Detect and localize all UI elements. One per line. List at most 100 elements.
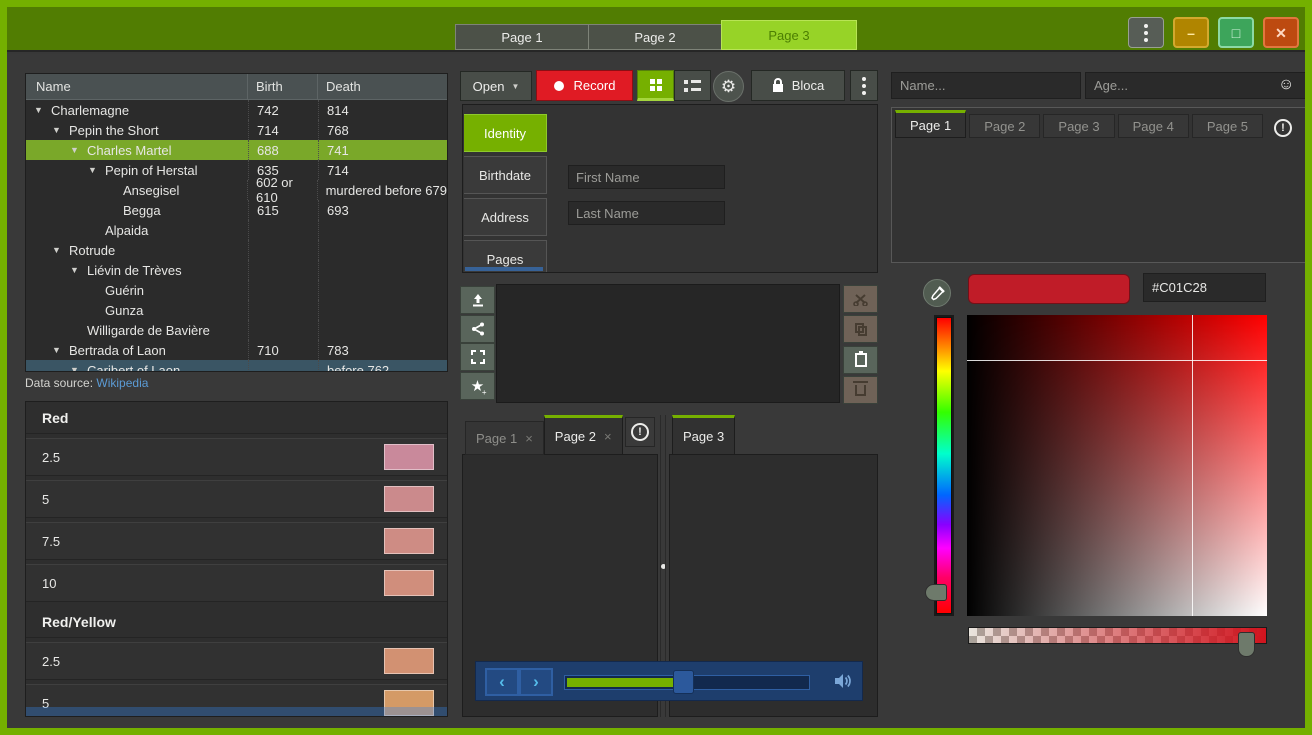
minimize-button[interactable]: – (1173, 17, 1209, 48)
alpha-slider-handle[interactable] (1238, 632, 1255, 657)
tree-cell-death (318, 280, 447, 300)
tree-cell-death: murdered before 679 (317, 180, 447, 200)
form-tab-address[interactable]: Address (464, 198, 547, 236)
lock-button[interactable]: Bloca (751, 70, 845, 101)
tree-row[interactable]: ▼Liévin de Trèves (26, 260, 447, 280)
form-tab-identity[interactable]: Identity (464, 114, 547, 152)
tab-close-icon[interactable]: × (604, 429, 612, 444)
tree-row[interactable]: Begga615693 (26, 200, 447, 220)
seek-slider-handle[interactable] (673, 670, 694, 694)
expander-arrow-icon[interactable]: ▼ (52, 245, 65, 255)
tree-row[interactable]: ▼Charlemagne742814 (26, 100, 447, 120)
eyedropper-icon (930, 286, 945, 301)
chevron-right-icon: › (533, 672, 539, 692)
tree-cell-name: ▼Pepin the Short (26, 120, 248, 140)
fullscreen-button[interactable] (460, 343, 495, 371)
tree-cell-death: 814 (318, 100, 447, 120)
tree-row[interactable]: ▼Rotrude (26, 240, 447, 260)
maximize-button[interactable]: □ (1218, 17, 1254, 48)
tree-row[interactable]: Guérin (26, 280, 447, 300)
right-tab-page3[interactable]: Page 3 (1043, 114, 1114, 138)
seek-slider[interactable] (564, 675, 810, 690)
titlebar-tab-page3[interactable]: Page 3 (721, 20, 857, 50)
expander-arrow-icon[interactable]: ▼ (52, 125, 65, 135)
hue-slider[interactable] (934, 315, 954, 616)
tree-row[interactable]: ▼Caribert of Laonbefore 762 (26, 360, 447, 372)
tree-row[interactable]: Alpaida (26, 220, 447, 240)
alpha-slider[interactable] (968, 627, 1267, 644)
color-list-item[interactable]: 7.5 (26, 522, 447, 560)
first-name-field[interactable] (568, 165, 725, 189)
tree-row[interactable]: Ansegisel602 or 610murdered before 679 (26, 180, 447, 200)
paste-button[interactable] (843, 346, 878, 374)
close-button[interactable]: ✕ (1263, 17, 1299, 48)
tree-cell-death (318, 220, 447, 240)
grid-view-toggle[interactable] (637, 70, 674, 101)
list-view-toggle[interactable] (674, 70, 711, 101)
add-favorite-button[interactable]: ★+ (460, 372, 495, 400)
form-tab-birthdate[interactable]: Birthdate (464, 156, 547, 194)
attention-button-right[interactable]: ! (1268, 113, 1298, 143)
hex-color-input[interactable] (1143, 273, 1266, 302)
expander-arrow-icon[interactable]: ▼ (34, 105, 47, 115)
expander-arrow-icon[interactable]: ▼ (70, 365, 83, 372)
toolbar-menu-button[interactable] (850, 70, 878, 101)
last-name-field[interactable] (568, 201, 725, 225)
tree-row[interactable]: Gunza (26, 300, 447, 320)
previous-button[interactable]: ‹ (485, 668, 519, 696)
tree-row[interactable]: Willigarde de Bavière (26, 320, 447, 340)
saturation-value-area[interactable] (967, 315, 1267, 616)
volume-button[interactable] (833, 672, 852, 695)
window-menu-button[interactable] (1128, 17, 1164, 48)
tree-row[interactable]: ▼Charles Martel688741 (26, 140, 447, 160)
open-dropdown-button[interactable]: Open ▼ (460, 71, 532, 101)
expander-arrow-icon[interactable]: ▼ (70, 145, 83, 155)
attention-button-left[interactable]: ! (625, 417, 655, 447)
doc-tab-page3[interactable]: Page 3 (672, 415, 735, 455)
hue-slider-handle[interactable] (925, 584, 947, 601)
wikipedia-link[interactable]: Wikipedia (96, 376, 148, 390)
person-name: Ansegisel (123, 183, 179, 198)
lock-label: Bloca (792, 78, 825, 93)
doc-tab-page1[interactable]: Page 1× (465, 421, 544, 455)
right-tab-page5[interactable]: Page 5 (1192, 114, 1263, 138)
upload-button[interactable] (460, 286, 495, 314)
record-dot-icon (554, 81, 564, 91)
color-list-item[interactable]: 2.5 (26, 438, 447, 476)
doc-tab-page2[interactable]: Page 2× (544, 415, 623, 455)
right-tab-page2[interactable]: Page 2 (969, 114, 1040, 138)
expander-arrow-icon[interactable]: ▼ (70, 265, 83, 275)
doc-tab-strip-left: Page 1×Page 2× (465, 415, 623, 455)
sv-cursor-horizontal-line (967, 360, 1267, 361)
tab-close-icon[interactable]: × (525, 431, 533, 446)
tree-cell-birth (248, 300, 318, 320)
content-well (496, 284, 840, 403)
right-tab-page1[interactable]: Page 1 (895, 110, 966, 138)
expander-arrow-icon[interactable]: ▼ (88, 165, 101, 175)
next-button[interactable]: › (519, 668, 553, 696)
color-list-item[interactable]: 5 (26, 480, 447, 518)
share-button[interactable] (460, 315, 495, 343)
titlebar-tab-page2[interactable]: Page 2 (588, 24, 721, 50)
name-input[interactable] (891, 72, 1081, 99)
expander-arrow-icon[interactable]: ▼ (52, 345, 65, 355)
column-header-name[interactable]: Name (26, 74, 248, 99)
column-header-birth[interactable]: Birth (248, 74, 318, 99)
titlebar-tab-page1[interactable]: Page 1 (455, 24, 588, 50)
eyedropper-button[interactable] (923, 279, 951, 307)
record-button[interactable]: Record (536, 70, 633, 101)
color-list-item[interactable]: 10 (26, 564, 447, 602)
color-list-item[interactable]: 2.5 (26, 642, 447, 680)
tree-row[interactable]: ▼Bertrada of Laon710783 (26, 340, 447, 360)
tree-cell-birth (248, 220, 318, 240)
tree-row[interactable]: ▼Pepin the Short714768 (26, 120, 447, 140)
kebab-icon (862, 77, 866, 95)
right-tab-page4[interactable]: Page 4 (1118, 114, 1189, 138)
age-input[interactable] (1085, 72, 1307, 99)
expand-icon (471, 350, 485, 364)
title-tab-strip: Page 1Page 2Page 3 (455, 19, 857, 50)
tree-row[interactable]: ▼Pepin of Herstal635714 (26, 160, 447, 180)
smiley-icon[interactable]: ☺ (1278, 76, 1294, 94)
settings-button[interactable]: ⚙ (713, 71, 744, 102)
column-header-death[interactable]: Death (318, 74, 447, 99)
